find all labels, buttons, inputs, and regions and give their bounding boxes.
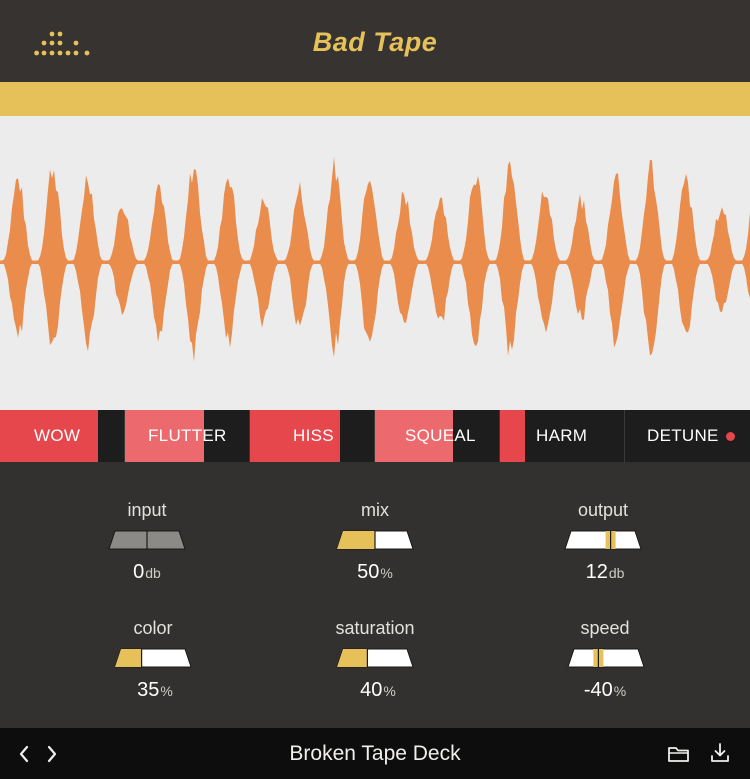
preset-name[interactable]: Broken Tape Deck [0, 742, 750, 766]
input-value-unit: db [145, 565, 161, 581]
mix-value-unit: % [380, 565, 393, 581]
footer-bar: Broken Tape Deck [0, 728, 750, 779]
effect-label: DETUNE [647, 426, 719, 445]
saturation-value-number: 40 [360, 679, 383, 701]
effect-label: HARM [536, 426, 588, 445]
speed-value-unit: % [613, 683, 627, 699]
saturation-value: 40% [278, 679, 478, 702]
input-value-number: 0 [133, 561, 145, 583]
effect-hiss-button[interactable]: HISS [249, 410, 374, 462]
app-title: Bad Tape [312, 27, 438, 57]
effect-label: FLUTTER [148, 426, 227, 445]
output-slider[interactable] [563, 529, 643, 551]
mix-slider[interactable] [335, 529, 415, 551]
effect-label: HISS [293, 426, 334, 445]
download-icon[interactable] [709, 742, 731, 764]
saturation-label: saturation [335, 618, 415, 638]
saturation-value-unit: % [383, 683, 396, 699]
output-value: 12db [505, 561, 705, 584]
effect-squeal-button[interactable]: SQUEAL [374, 410, 499, 462]
output-label: output [577, 500, 629, 520]
input-slider[interactable] [107, 529, 187, 551]
effect-label: SQUEAL [405, 426, 476, 445]
effect-wow-button[interactable]: WOW [0, 410, 124, 462]
tape-strip [0, 82, 750, 116]
mix-label: mix [361, 500, 389, 520]
speed-label: speed [580, 618, 630, 638]
waveform [0, 156, 750, 362]
speed-slider[interactable] [566, 647, 646, 669]
header-bar: Bad Tape [0, 0, 750, 82]
effect-harm-button[interactable]: HARM [499, 410, 624, 462]
folder-icon[interactable] [667, 744, 691, 764]
mix-value: 50% [275, 561, 475, 584]
color-value-unit: % [160, 683, 173, 699]
color-value-number: 35 [137, 679, 160, 701]
input-label: input [127, 500, 167, 520]
output-value-number: 12 [585, 561, 608, 583]
effects-bar: WOW FLUTTER HISS SQUEAL HARM DETUNE [0, 410, 750, 462]
effect-label: WOW [34, 426, 81, 445]
effect-flutter-button[interactable]: FLUTTER [124, 410, 249, 462]
output-value-unit: db [608, 565, 625, 581]
detune-indicator-dot [726, 432, 735, 441]
mix-value-number: 50 [357, 561, 380, 583]
speed-value-number: -40 [583, 679, 613, 701]
waveform-display [0, 116, 750, 410]
color-label: color [133, 618, 173, 638]
color-slider[interactable] [113, 647, 193, 669]
input-value: 0db [47, 561, 247, 584]
color-value: 35% [55, 679, 255, 702]
controls-panel: input 0db mix 50% output 12db color 35% … [0, 462, 750, 728]
speed-value: -40% [505, 679, 705, 702]
saturation-slider[interactable] [335, 647, 415, 669]
